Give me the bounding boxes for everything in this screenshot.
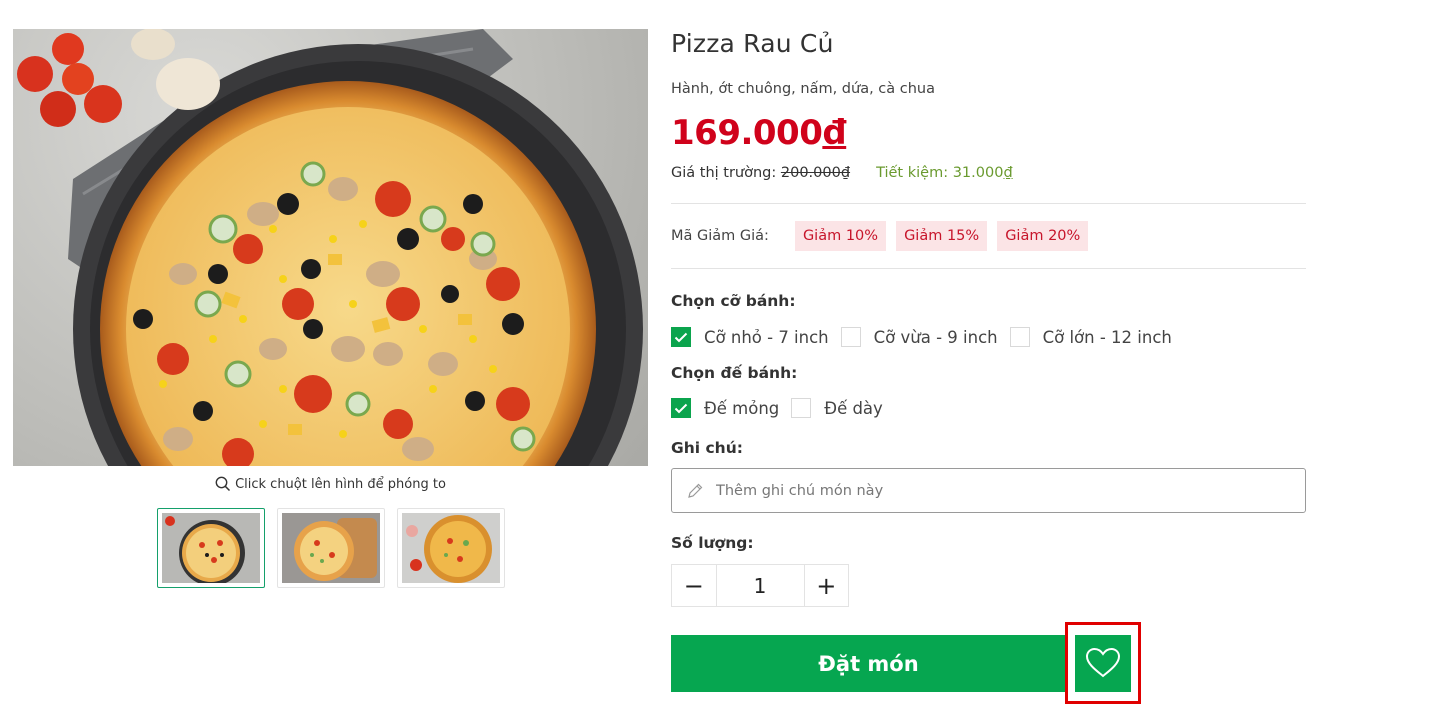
note-field[interactable] [671, 468, 1306, 513]
thumbnail-image [164, 516, 245, 583]
order-row: Đặt món [671, 635, 1066, 692]
coupon-15[interactable]: Giảm 15% [896, 221, 988, 251]
product-info: Pizza Rau Củ Hành, ớt chuông, nấm, dứa, … [671, 26, 1306, 607]
crust-thick-label: Đế dày [824, 398, 883, 418]
order-button[interactable]: Đặt món [671, 635, 1066, 692]
market-price-label: Giá thị trường: [671, 165, 777, 181]
favorite-highlight [1065, 622, 1141, 704]
thumbnail-2[interactable] [276, 508, 385, 588]
market-price: Giá thị trường: 200.000₫ [671, 162, 850, 184]
quantity-increase-button[interactable]: + [805, 565, 849, 606]
product-description: Hành, ớt chuông, nấm, dứa, cà chua [671, 81, 936, 97]
crust-option-thick[interactable]: Đế dày [791, 398, 883, 418]
coupon-10[interactable]: Giảm 10% [794, 221, 887, 251]
heart-icon [1085, 647, 1121, 678]
pizza-illustration [17, 29, 643, 466]
note-label: Ghi chú: [671, 439, 743, 457]
market-price-value: 200.000₫ [780, 165, 851, 181]
quantity-stepper: − 1 + [671, 564, 849, 607]
coupon-20[interactable]: Giảm 20% [997, 221, 1089, 251]
market-price-row: Giá thị trường: 200.000₫ Tiết kiệm: 31.0… [671, 162, 1306, 184]
size-medium-checkbox[interactable] [840, 327, 861, 347]
check-icon [674, 403, 688, 413]
thumbnail-image [293, 518, 377, 581]
size-options: Cỡ nhỏ - 7 inch Cỡ vừa - 9 inch Cỡ lớn -… [671, 327, 1306, 347]
saving-label: Tiết kiệm: [876, 165, 949, 181]
size-option-medium[interactable]: Cỡ vừa - 9 inch [840, 327, 998, 347]
size-option-large[interactable]: Cỡ lớn - 12 inch [1009, 327, 1172, 347]
size-option-small[interactable]: Cỡ nhỏ - 7 inch [671, 327, 829, 347]
note-input[interactable] [714, 481, 1278, 500]
size-large-label: Cỡ lớn - 12 inch [1042, 327, 1172, 347]
pencil-icon [688, 483, 703, 498]
saving-number: 31.000 [952, 165, 1004, 181]
crust-option-thin[interactable]: Đế mỏng [671, 398, 779, 418]
coupon-row: Mã Giảm Giá: Giảm 10% Giảm 15% Giảm 20% [671, 204, 1306, 268]
thumbnail-3[interactable] [396, 508, 505, 588]
check-icon [674, 332, 688, 342]
favorite-button[interactable] [1075, 634, 1131, 692]
crust-options: Đế mỏng Đế dày [671, 398, 1306, 418]
size-small-label: Cỡ nhỏ - 7 inch [704, 327, 829, 347]
main-product-image[interactable] [13, 29, 648, 466]
product-gallery: Click chuột lên hình để phóng to [13, 29, 648, 588]
crust-thick-checkbox[interactable] [791, 398, 812, 418]
quantity-value[interactable]: 1 [715, 565, 805, 606]
saving-amount: Tiết kiệm: 31.000₫ [876, 162, 1013, 184]
divider [671, 268, 1306, 269]
quantity-label: Số lượng: [671, 534, 754, 552]
zoom-hint: Click chuột lên hình để phóng to [13, 476, 648, 492]
saving-currency: ₫ [1003, 165, 1013, 181]
product-title: Pizza Rau Củ [671, 29, 834, 58]
coupon-label: Mã Giảm Giá: [671, 228, 769, 244]
size-label: Chọn cỡ bánh: [671, 292, 796, 310]
thumbnail-image [405, 515, 492, 583]
price-number: 169.000 [671, 113, 823, 153]
crust-thin-checkbox[interactable] [671, 398, 691, 418]
product-price: 169.000đ [671, 108, 1306, 158]
crust-thin-label: Đế mỏng [704, 398, 780, 418]
search-icon [215, 476, 231, 492]
size-medium-label: Cỡ vừa - 9 inch [873, 327, 998, 347]
thumbnail-1[interactable] [156, 508, 265, 588]
quantity-decrease-button[interactable]: − [672, 565, 716, 606]
thumbnail-list [13, 508, 648, 588]
size-small-checkbox[interactable] [671, 327, 691, 347]
zoom-hint-text: Click chuột lên hình để phóng to [235, 476, 446, 492]
crust-label: Chọn đế bánh: [671, 364, 798, 382]
price-currency: đ [822, 113, 847, 153]
size-large-checkbox[interactable] [1009, 327, 1030, 347]
